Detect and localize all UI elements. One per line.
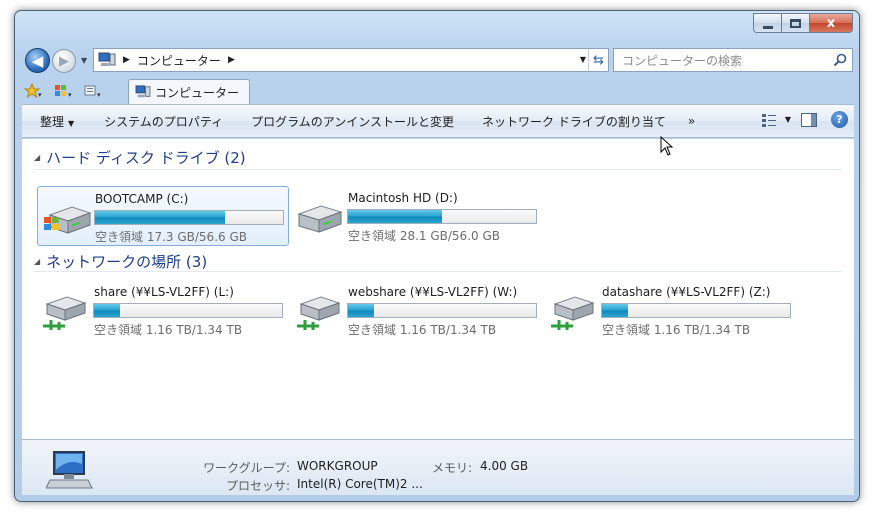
collapse-triangle-icon[interactable]: ◢ <box>34 257 40 266</box>
arrow-left-icon: ◀ <box>31 51 44 70</box>
memory-value: 4.00 GB <box>480 459 529 473</box>
mouse-cursor-icon <box>660 136 674 156</box>
collapse-triangle-icon[interactable]: ◢ <box>34 153 40 162</box>
group-divider <box>34 271 842 272</box>
drive-usage-fill <box>94 304 121 317</box>
svg-text:▾: ▾ <box>97 91 101 99</box>
change-view-icon[interactable] <box>761 112 779 128</box>
workgroup-value: WORKGROUP <box>297 459 378 473</box>
drive-usage-bar <box>601 303 791 318</box>
drive-usage-bar <box>94 210 284 225</box>
drive-usage-bar <box>347 209 537 224</box>
drive-free-space: 空き領域 28.1 GB/56.0 GB <box>348 229 500 243</box>
drive-usage-fill <box>348 304 375 317</box>
memory-label: メモリ: <box>431 461 472 475</box>
network-drive-icon <box>295 292 345 332</box>
more-commands-button[interactable]: » <box>678 114 707 128</box>
minimize-button[interactable] <box>753 13 781 33</box>
search-icon[interactable] <box>833 53 847 67</box>
preview-pane-icon[interactable] <box>801 112 817 127</box>
windows-flag-icon[interactable]: ▾ <box>52 82 74 100</box>
breadcrumb-separator-icon[interactable]: ▶ <box>228 55 235 65</box>
maximize-icon <box>790 18 801 28</box>
recent-pages-icon[interactable]: ▾ <box>82 82 104 100</box>
network-drive-icon <box>549 292 599 332</box>
drive-name: BOOTCAMP (C:) <box>95 192 189 206</box>
drive-usage-bar <box>347 303 537 318</box>
network-drive-z[interactable]: datashare (¥¥LS-VL2FF) (Z:) 空き領域 1.16 TB… <box>545 280 797 340</box>
organize-menu[interactable]: 整理 ▼ <box>22 113 86 130</box>
address-dropdown-icon[interactable]: ▼ <box>580 55 586 64</box>
system-properties-button[interactable]: システムのプロパティ <box>86 113 235 130</box>
organize-label: 整理 <box>40 114 65 129</box>
minimize-icon <box>762 25 773 29</box>
drive-free-space: 空き領域 1.16 TB/1.34 TB <box>94 323 243 337</box>
network-drive-l[interactable]: share (¥¥LS-VL2FF) (L:) 空き領域 1.16 TB/1.3… <box>37 280 289 340</box>
search-placeholder: コンピューターの検索 <box>622 53 743 68</box>
view-controls: ▼ ? <box>761 111 848 128</box>
close-button[interactable]: x <box>809 13 853 33</box>
drive-usage-bar <box>93 303 283 318</box>
group-divider <box>34 169 842 170</box>
favorites-star-icon[interactable]: ▾ <box>22 82 44 100</box>
windows-drive-icon <box>42 199 92 239</box>
breadcrumb-computer[interactable]: コンピューター <box>137 52 221 69</box>
drive-usage-fill <box>95 211 225 224</box>
help-icon[interactable]: ? <box>831 111 848 128</box>
computer-large-icon <box>45 450 94 493</box>
hard-drive-icon <box>295 198 345 238</box>
map-network-drive-button[interactable]: ネットワーク ドライブの割り当て <box>466 113 678 130</box>
tab-label: コンピューター <box>155 85 240 100</box>
tab-computer[interactable]: コンピューター <box>128 79 251 104</box>
caption-buttons: x <box>753 13 853 34</box>
close-icon: x <box>826 15 836 31</box>
group-header-network[interactable]: ◢ ネットワークの場所 (3) <box>34 251 207 272</box>
processor-value: Intel(R) Core(TM)2 ... <box>297 477 423 491</box>
drive-usage-fill <box>348 210 442 223</box>
drive-usage-fill <box>602 304 629 317</box>
drive-free-space: 空き領域 1.16 TB/1.34 TB <box>602 323 751 337</box>
command-bar: 整理 ▼ システムのプロパティ プログラムのアンインストールと変更 ネットワーク … <box>22 104 854 138</box>
drive-c[interactable]: BOOTCAMP (C:) 空き領域 17.3 GB/56.6 GB <box>37 186 289 246</box>
address-bar[interactable]: ▶ コンピューター ▶ ▼ ⇆ <box>93 48 609 72</box>
drive-free-space: 空き領域 1.16 TB/1.34 TB <box>348 323 497 337</box>
drive-name: Macintosh HD (D:) <box>348 191 458 205</box>
network-drive-icon <box>41 292 91 332</box>
favorites-bar: ▾ ▾ ▾ コンピューター <box>22 79 854 104</box>
computer-icon <box>98 52 116 68</box>
chevron-down-icon: ▼ <box>68 118 75 128</box>
group-title: ネットワークの場所 (3) <box>46 253 208 271</box>
drive-name: datashare (¥¥LS-VL2FF) (Z:) <box>602 285 771 299</box>
group-header-hard-disks[interactable]: ◢ ハード ディスク ドライブ (2) <box>34 147 246 168</box>
refresh-icon: ⇆ <box>593 52 604 68</box>
explorer-window: x ◀ ▶ ▼ ▶ コンピューター ▶ ▼ ⇆ コンピューターの検索 ▾ ▾ ▾… <box>14 10 860 502</box>
uninstall-program-button[interactable]: プログラムのアンインストールと変更 <box>235 113 466 130</box>
svg-text:▾: ▾ <box>68 91 72 99</box>
details-pane: ワークグループ: WORKGROUP メモリ: 4.00 GB プロセッサ: I… <box>22 439 854 495</box>
refresh-button[interactable]: ⇆ <box>588 49 608 71</box>
network-drive-w[interactable]: webshare (¥¥LS-VL2FF) (W:) 空き領域 1.16 TB/… <box>291 280 543 340</box>
arrow-right-icon: ▶ <box>59 53 69 69</box>
maximize-button[interactable] <box>781 13 809 33</box>
workgroup-label: ワークグループ: <box>203 461 290 475</box>
content-area: ◢ ハード ディスク ドライブ (2) BOOTCAMP (C:) 空き領域 1… <box>22 139 854 439</box>
breadcrumb-separator-icon[interactable]: ▶ <box>123 55 130 65</box>
computer-icon <box>135 85 151 98</box>
recent-pages-dropdown[interactable]: ▼ <box>81 56 87 65</box>
drive-name: share (¥¥LS-VL2FF) (L:) <box>94 285 234 299</box>
processor-label: プロセッサ: <box>225 479 290 493</box>
group-title: ハード ディスク ドライブ (2) <box>46 149 246 167</box>
forward-button[interactable]: ▶ <box>52 49 76 73</box>
search-input[interactable]: コンピューターの検索 <box>613 48 853 72</box>
back-button[interactable]: ◀ <box>25 48 50 73</box>
drive-d[interactable]: Macintosh HD (D:) 空き領域 28.1 GB/56.0 GB <box>291 186 543 246</box>
svg-text:▾: ▾ <box>38 91 42 99</box>
drive-name: webshare (¥¥LS-VL2FF) (W:) <box>348 285 518 299</box>
drive-free-space: 空き領域 17.3 GB/56.6 GB <box>95 230 247 244</box>
view-dropdown-icon[interactable]: ▼ <box>785 115 791 124</box>
